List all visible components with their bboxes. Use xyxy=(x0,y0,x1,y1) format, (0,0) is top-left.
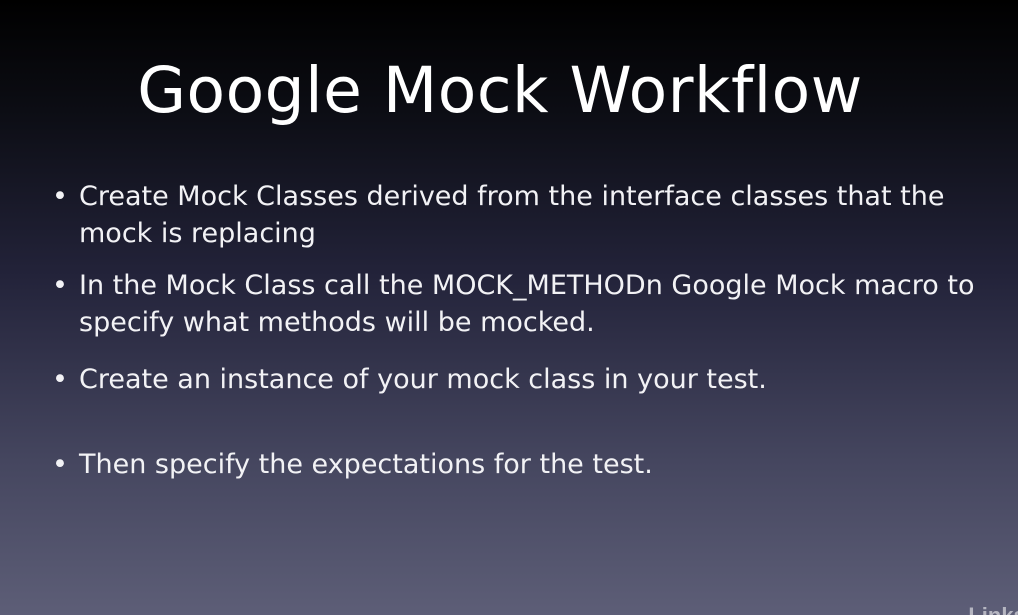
bullet-text: Create an instance of your mock class in… xyxy=(79,364,767,395)
bullet-item: • Then specify the expectations for the … xyxy=(52,446,1002,483)
presentation-slide: Google Mock Workflow • Create Mock Class… xyxy=(0,0,1018,615)
bullet-item: • Create an instance of your mock class … xyxy=(52,361,1002,398)
bullet-dot-icon: • xyxy=(52,364,68,395)
bullet-item: • In the Mock Class call the MOCK_METHOD… xyxy=(52,267,1002,341)
bullet-item: • Create Mock Classes derived from the i… xyxy=(52,178,1002,252)
slide-title: Google Mock Workflow xyxy=(137,54,863,127)
bullet-dot-icon: • xyxy=(52,270,68,301)
bullet-dot-icon: • xyxy=(52,181,68,212)
bullet-text: Then specify the expectations for the te… xyxy=(79,449,653,480)
watermark-logo: Linkε xyxy=(968,603,1018,615)
bullet-text: In the Mock Class call the MOCK_METHODn … xyxy=(79,270,975,338)
bullet-text: Create Mock Classes derived from the int… xyxy=(79,181,945,249)
bullet-dot-icon: • xyxy=(52,449,68,480)
